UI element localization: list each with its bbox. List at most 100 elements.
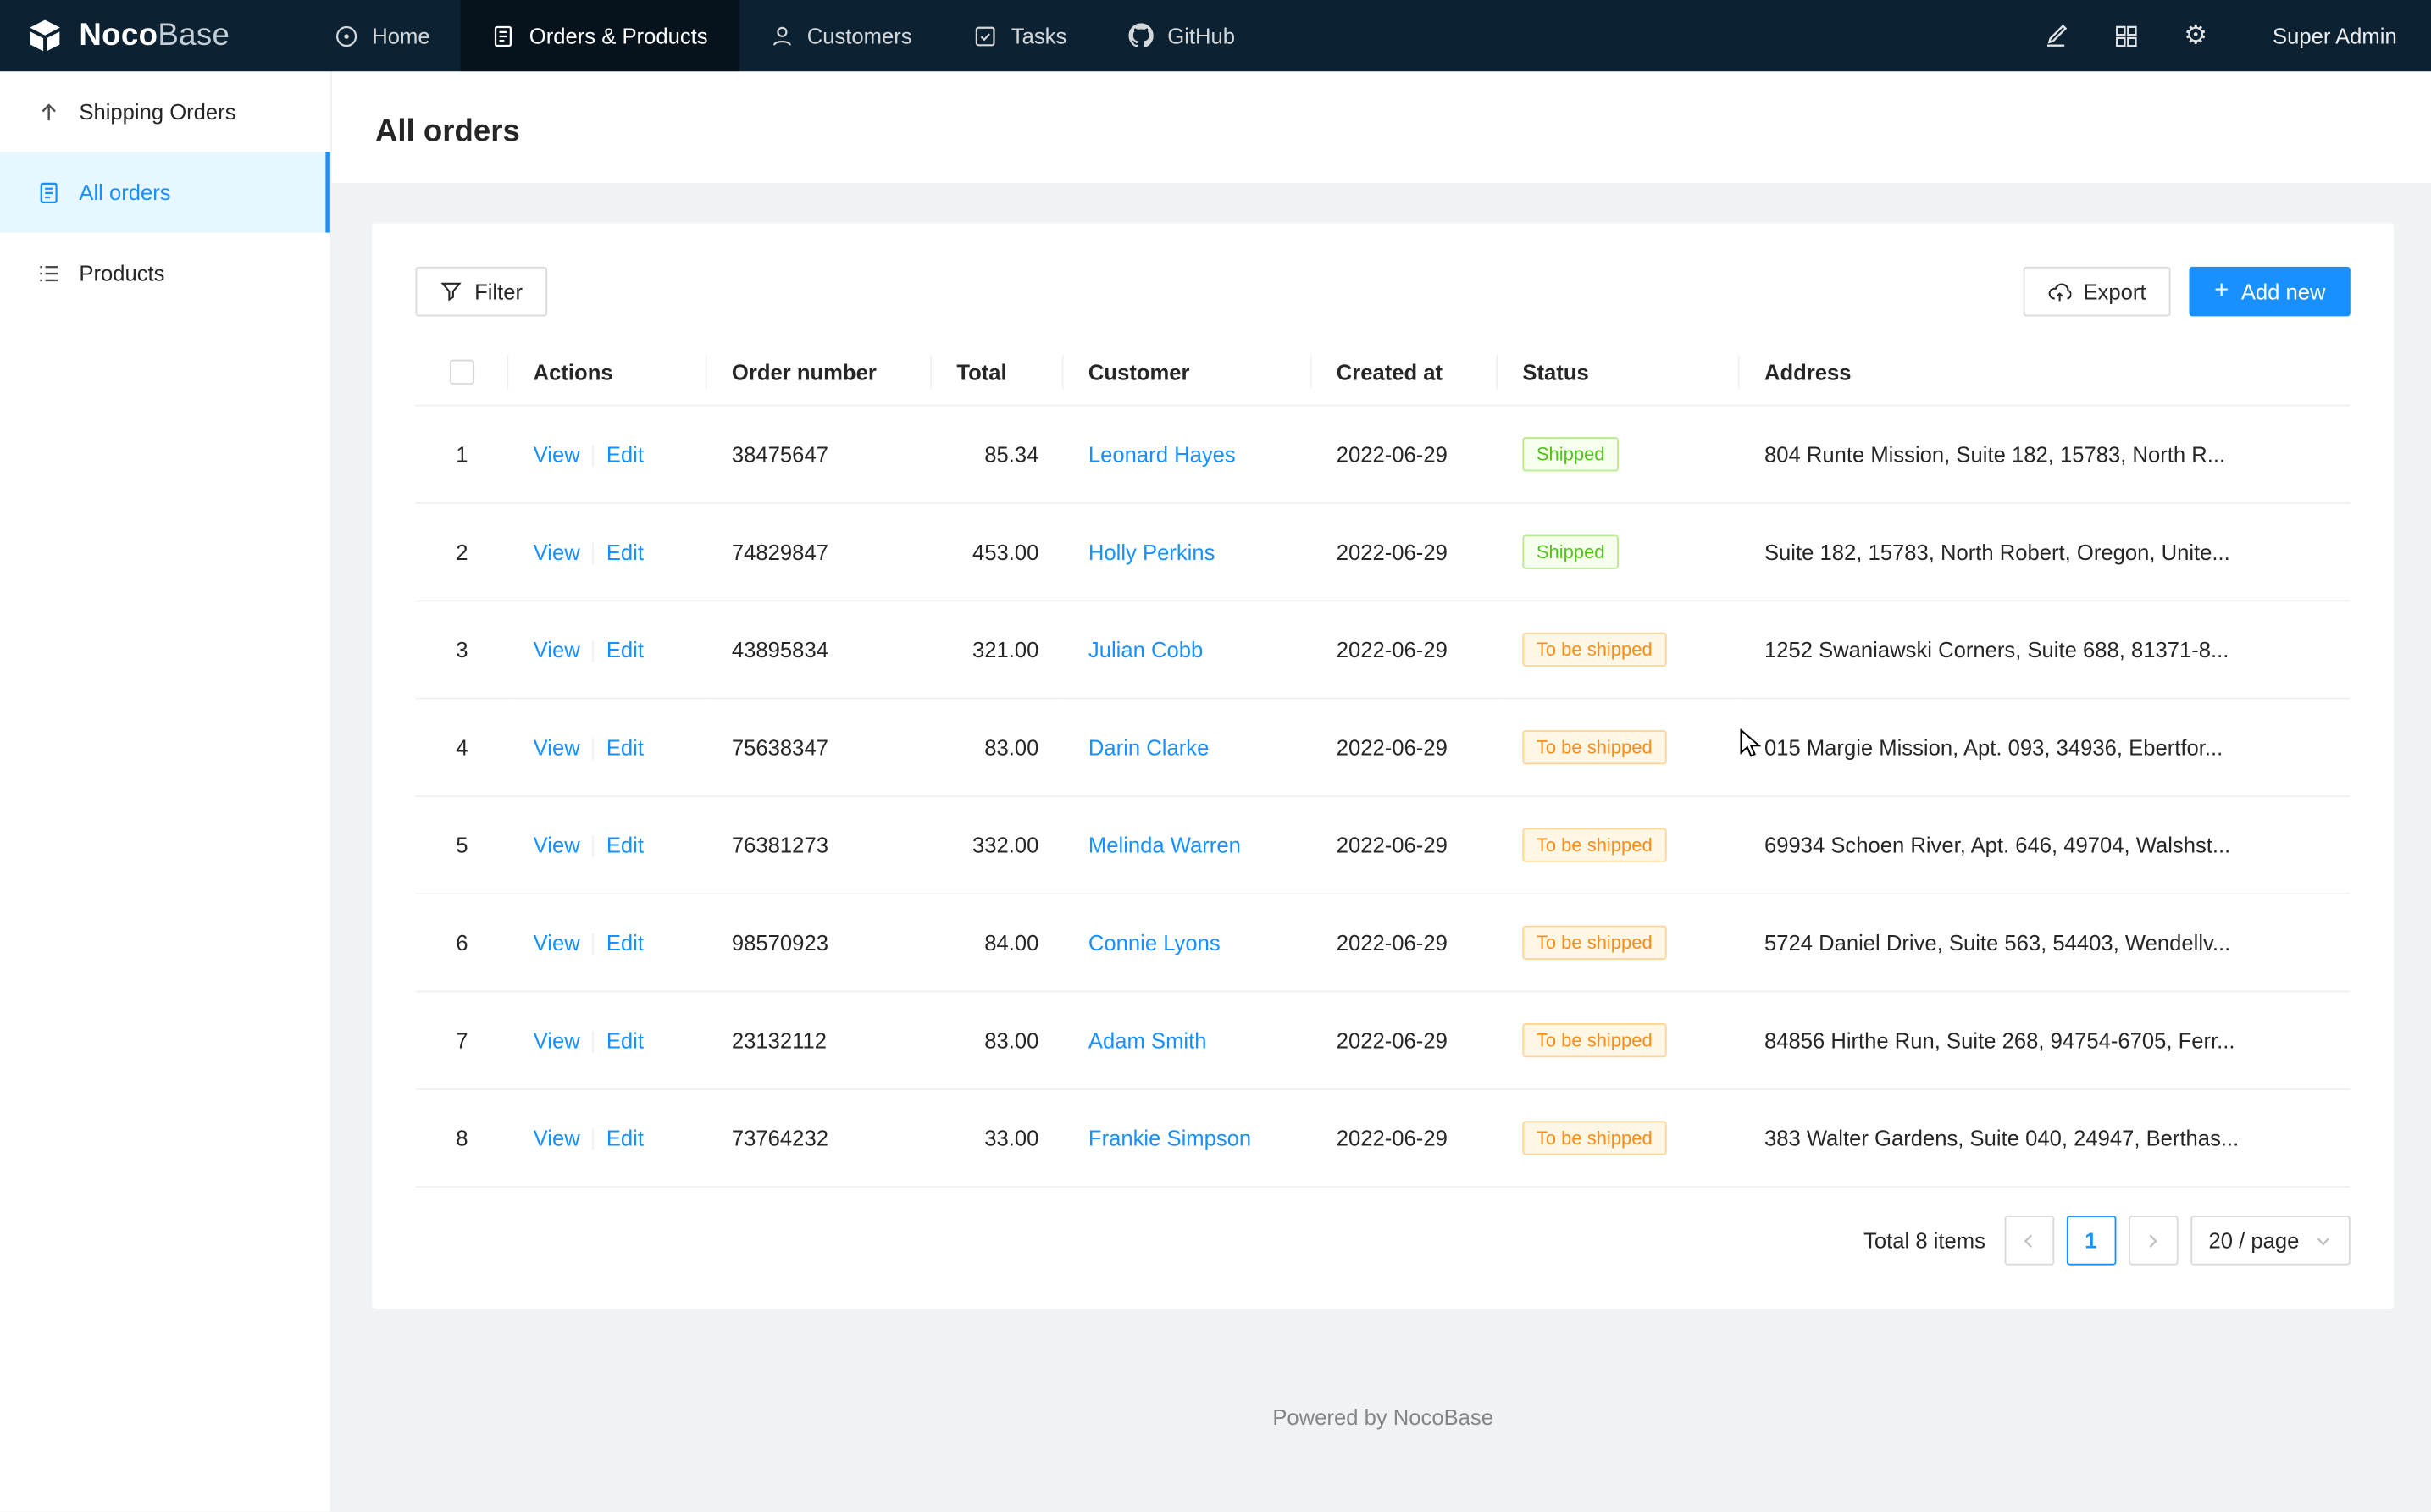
brand-text: NocoBase [79, 18, 230, 53]
customer-link[interactable]: Adam Smith [1088, 1028, 1207, 1053]
row-index: 3 [416, 601, 509, 699]
toolbar-right: Export + Add new [2023, 267, 2351, 317]
orders-file-icon [37, 180, 60, 203]
orders-card: Filter Export [372, 224, 2394, 1310]
sidebar-item-all-orders[interactable]: All orders [0, 152, 330, 232]
view-link[interactable]: View [534, 638, 580, 662]
total-cell: 83.00 [932, 699, 1064, 796]
row-index: 4 [416, 699, 509, 796]
customer-link[interactable]: Holly Perkins [1088, 540, 1216, 565]
user-menu[interactable]: Super Admin [2273, 23, 2397, 47]
settings-icon[interactable]: ⚙ [2184, 23, 2207, 49]
view-link[interactable]: View [534, 1028, 580, 1053]
edit-link[interactable]: Edit [606, 442, 644, 467]
total-cell: 453.00 [932, 503, 1064, 601]
action-divider [592, 446, 594, 468]
main-area: All orders Filter [332, 71, 2431, 1511]
view-link[interactable]: View [534, 833, 580, 857]
nav-item-orders-products[interactable]: Orders & Products [461, 0, 739, 71]
edit-link[interactable]: Edit [606, 638, 644, 662]
table-row: 4 ViewEdit 75638347 83.00 Darin Clarke 2… [416, 699, 2351, 796]
address-cell: 69934 Schoen River, Apt. 646, 49704, Wal… [1740, 796, 2351, 894]
customer-link[interactable]: Leonard Hayes [1088, 442, 1236, 467]
address-cell: 383 Walter Gardens, Suite 040, 24947, Be… [1740, 1089, 2351, 1187]
select-all-checkbox[interactable] [450, 360, 474, 385]
app-window: NocoBase Home Orders & Products [0, 0, 2431, 1512]
customer-cell: Darin Clarke [1064, 699, 1312, 796]
chevron-down-icon [2315, 1232, 2332, 1249]
edit-link[interactable]: Edit [606, 833, 644, 857]
sidebar-item-shipping-orders[interactable]: Shipping Orders [0, 71, 330, 152]
row-actions: View Edit [508, 406, 706, 503]
customer-link[interactable]: Darin Clarke [1088, 735, 1209, 760]
status-cell: To be shipped [1498, 699, 1740, 796]
sidebar-item-label: Products [79, 261, 164, 285]
export-icon [2047, 280, 2070, 302]
created-at-cell: 2022-06-29 [1311, 796, 1498, 894]
order-number-cell: 75638347 [707, 699, 932, 796]
prev-page-button[interactable] [2004, 1216, 2054, 1266]
edit-link[interactable]: Edit [606, 735, 644, 760]
top-navbar: NocoBase Home Orders & Products [0, 0, 2431, 71]
order-number-cell: 23132112 [707, 992, 932, 1089]
status-cell: Shipped [1498, 406, 1740, 503]
action-divider [592, 1032, 594, 1054]
nav-item-home[interactable]: Home [304, 0, 462, 71]
status-cell: To be shipped [1498, 796, 1740, 894]
nav-item-customers[interactable]: Customers [739, 0, 943, 71]
filter-button[interactable]: Filter [416, 267, 548, 317]
powered-by-footer: Powered by NocoBase [372, 1405, 2394, 1458]
customer-link[interactable]: Connie Lyons [1088, 931, 1221, 955]
orders-icon [492, 24, 515, 47]
tasks-icon [974, 24, 997, 47]
export-button[interactable]: Export [2023, 267, 2171, 317]
customer-cell: Adam Smith [1064, 992, 1312, 1089]
customer-link[interactable]: Julian Cobb [1088, 638, 1203, 662]
view-link[interactable]: View [534, 1126, 580, 1150]
brand[interactable]: NocoBase [0, 0, 304, 71]
nav-item-label: Home [372, 23, 429, 47]
add-new-button[interactable]: + Add new [2190, 267, 2351, 317]
view-link[interactable]: View [534, 442, 580, 467]
status-badge: Shipped [1522, 438, 1619, 472]
created-at-cell: 2022-06-29 [1311, 406, 1498, 503]
edit-link[interactable]: Edit [606, 1126, 644, 1150]
view-link[interactable]: View [534, 735, 580, 760]
customer-link[interactable]: Melinda Warren [1088, 833, 1241, 857]
edit-link[interactable]: Edit [606, 1028, 644, 1053]
plugins-icon[interactable] [2114, 24, 2137, 47]
nav-item-github[interactable]: GitHub [1098, 0, 1266, 71]
main-nav: Home Orders & Products C [304, 0, 1266, 71]
design-mode-icon[interactable] [2043, 23, 2068, 47]
row-actions: View Edit [508, 601, 706, 699]
customer-link[interactable]: Frankie Simpson [1088, 1126, 1251, 1150]
address-cell: 1252 Swaniawski Corners, Suite 688, 8137… [1740, 601, 2351, 699]
address-cell: 015 Margie Mission, Apt. 093, 34936, Ebe… [1740, 699, 2351, 796]
order-number-cell: 76381273 [707, 796, 932, 894]
view-link[interactable]: View [534, 540, 580, 564]
edit-link[interactable]: Edit [606, 540, 644, 564]
edit-link[interactable]: Edit [606, 930, 644, 955]
content-area: Filter Export [332, 183, 2431, 1512]
address-cell: Suite 182, 15783, North Robert, Oregon, … [1740, 503, 2351, 601]
navbar-tools: ⚙ Super Admin [2043, 0, 2431, 71]
view-link[interactable]: View [534, 930, 580, 955]
customer-cell: Melinda Warren [1064, 796, 1312, 894]
table-row: 8 ViewEdit 73764232 33.00 Frankie Simpso… [416, 1089, 2351, 1187]
address-cell: 5724 Daniel Drive, Suite 563, 54403, Wen… [1740, 894, 2351, 992]
nav-item-label: Customers [807, 23, 912, 47]
status-cell: To be shipped [1498, 601, 1740, 699]
nav-item-tasks[interactable]: Tasks [943, 0, 1098, 71]
order-number-cell: 43895834 [707, 601, 932, 699]
created-at-cell: 2022-06-29 [1311, 503, 1498, 601]
page-number-button[interactable]: 1 [2066, 1216, 2116, 1266]
page-size-select[interactable]: 20 / page [2190, 1216, 2351, 1266]
status-badge: To be shipped [1522, 1024, 1666, 1058]
action-divider [592, 1129, 594, 1151]
table-header-row: Actions Order number Total Customer Crea… [416, 338, 2351, 406]
next-page-button[interactable] [2128, 1216, 2178, 1266]
sidebar-item-products[interactable]: Products [0, 233, 330, 313]
row-actions: View Edit [508, 699, 706, 796]
created-at-cell: 2022-06-29 [1311, 1089, 1498, 1187]
order-number-cell: 38475647 [707, 406, 932, 503]
